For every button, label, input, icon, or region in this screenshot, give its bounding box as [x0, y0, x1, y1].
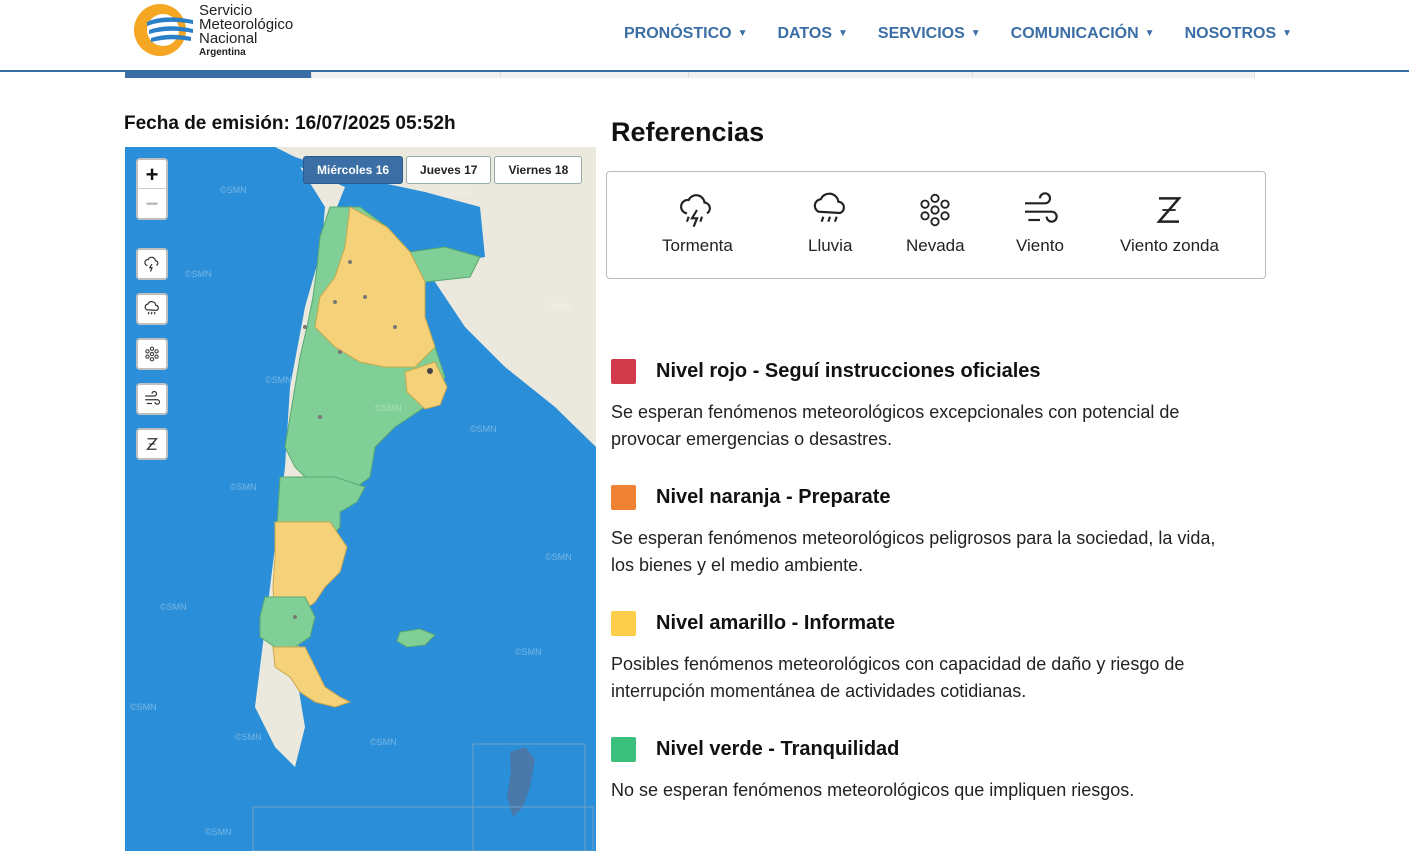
level-orange-description: Se esperan fenómenos meteorológicos peli… — [611, 528, 1216, 575]
reference-snow-label: Nevada — [906, 236, 965, 255]
level-yellow-name: Nivel amarillo - Informate — [656, 612, 895, 634]
nav-pronostico-label: PRONÓSTICO — [624, 25, 732, 42]
nav-comunicacion-label: COMUNICACIÓN — [1010, 25, 1139, 42]
map-watermark: ©SMN — [545, 302, 572, 312]
map-watermark: ©SMN — [160, 602, 187, 612]
section-tab-active[interactable] — [125, 72, 312, 78]
storm-icon — [144, 256, 159, 272]
filter-zonda-button[interactable] — [136, 428, 168, 460]
rain-icon — [144, 301, 159, 315]
zoom-control: + − — [136, 158, 168, 220]
map-watermark: ©SMN — [515, 647, 542, 657]
filter-wind-button[interactable] — [136, 383, 168, 415]
nav-datos-label: DATOS — [777, 25, 832, 42]
filter-rain-button[interactable] — [136, 293, 168, 325]
references-title: Referencias — [611, 117, 765, 147]
map-watermark: ©SMN — [375, 403, 402, 413]
main-nav: PRONÓSTICO ▼ DATOS ▼ SERVICIOS ▼ COMUNICACI… — [624, 25, 1322, 43]
nav-nosotros-label: NOSOTROS — [1184, 25, 1277, 42]
map-watermark: ©SMN — [220, 185, 247, 195]
level-green-swatch — [611, 737, 636, 762]
caret-down-icon: ▼ — [1144, 28, 1155, 40]
level-red-swatch — [611, 359, 636, 384]
snow-icon — [920, 193, 950, 227]
zoom-in-button[interactable]: + — [138, 160, 166, 189]
snow-icon — [145, 346, 159, 362]
level-yellow-description: Posibles fenómenos meteorológicos con ca… — [611, 654, 1185, 701]
alert-map[interactable]: ©SMN ©SMN ©SMN ©SMN ©SMN ©SMN ©SMN ©SMN … — [125, 147, 596, 851]
day-tab-wednesday[interactable]: Miércoles 16 — [303, 156, 404, 184]
reference-zonda: Viento zonda — [1120, 190, 1219, 256]
level-yellow-swatch — [611, 611, 636, 636]
site-header: Servicio Meteorológico Nacional Argentin… — [0, 0, 1409, 72]
map-watermark: ©SMN — [545, 552, 572, 562]
nav-servicios[interactable]: SERVICIOS ▼ — [878, 25, 981, 43]
smn-logo-icon — [134, 4, 193, 56]
reference-storm: Tormenta — [662, 190, 733, 256]
smn-logo[interactable]: Servicio Meteorológico Nacional Argentin… — [133, 2, 333, 58]
wind-icon — [145, 390, 161, 405]
map-watermark: ©SMN — [235, 732, 262, 742]
level-red-description: Se esperan fenómenos meteorológicos exce… — [611, 402, 1180, 449]
caret-down-icon: ▼ — [1282, 28, 1293, 40]
map-watermark: ©SMN — [130, 702, 157, 712]
rain-icon — [814, 192, 846, 223]
map-geography[interactable] — [125, 147, 596, 851]
wind-icon — [1024, 192, 1058, 223]
map-watermark: ©SMN — [265, 375, 292, 385]
map-watermark: ©SMN — [445, 189, 472, 199]
nav-nosotros[interactable]: NOSOTROS ▼ — [1185, 25, 1292, 43]
map-watermark: ©SMN — [470, 424, 497, 434]
brand-name: Servicio Meteorológico Nacional Argentin… — [199, 3, 293, 60]
reference-wind-label: Viento — [1016, 236, 1064, 255]
nav-comunicacion[interactable]: COMUNICACIÓN ▼ — [1011, 25, 1155, 43]
reference-rain: Lluvia — [808, 190, 852, 256]
section-tabs — [125, 72, 1255, 78]
reference-rain-label: Lluvia — [808, 236, 853, 255]
level-green-name: Nivel verde - Tranquilidad — [656, 738, 900, 760]
brand-line-4: Argentina — [199, 47, 246, 58]
level-orange-swatch — [611, 485, 636, 510]
map-watermark: ©SMN — [230, 482, 257, 492]
storm-icon — [680, 194, 712, 228]
zonda-icon — [1156, 197, 1183, 223]
references-panel: Tormenta Lluvia Nevada Viento Viento zon… — [606, 171, 1266, 279]
map-watermark: ©SMN — [370, 737, 397, 747]
level-orange-name: Nivel naranja - Preparate — [656, 486, 891, 508]
day-tab-friday[interactable]: Viernes 18 — [494, 156, 583, 184]
zoom-out-button[interactable]: − — [138, 189, 166, 218]
brand-line-3: Nacional — [199, 30, 258, 47]
nav-pronostico[interactable]: PRONÓSTICO ▼ — [624, 25, 747, 43]
day-selector: Miércoles 16 Jueves 17 Viernes 18 — [303, 156, 585, 184]
caret-down-icon: ▼ — [737, 28, 748, 40]
nav-servicios-label: SERVICIOS — [877, 25, 965, 42]
nav-datos[interactable]: DATOS ▼ — [777, 25, 847, 43]
section-tab[interactable] — [973, 72, 1255, 78]
map-watermark: ©SMN — [205, 827, 232, 837]
filter-storm-button[interactable] — [136, 248, 168, 280]
day-tab-thursday[interactable]: Jueves 17 — [406, 156, 492, 184]
zonda-icon — [146, 438, 158, 450]
filter-snow-button[interactable] — [136, 338, 168, 370]
caret-down-icon: ▼ — [970, 28, 981, 40]
reference-storm-label: Tormenta — [662, 236, 733, 255]
reference-zonda-label: Viento zonda — [1120, 236, 1219, 255]
reference-wind: Viento — [1016, 190, 1064, 256]
emission-date: Fecha de emisión: 16/07/2025 05:52h — [124, 113, 456, 134]
level-red-name: Nivel rojo - Seguí instrucciones oficial… — [656, 360, 1041, 382]
section-tab[interactable] — [501, 72, 689, 78]
reference-snow: Nevada — [906, 190, 965, 256]
level-green-description: No se esperan fenómenos meteorológicos q… — [611, 780, 1135, 800]
section-tab[interactable] — [689, 72, 973, 78]
caret-down-icon: ▼ — [838, 28, 848, 40]
map-watermark: ©SMN — [185, 269, 212, 279]
section-tab[interactable] — [312, 72, 501, 78]
